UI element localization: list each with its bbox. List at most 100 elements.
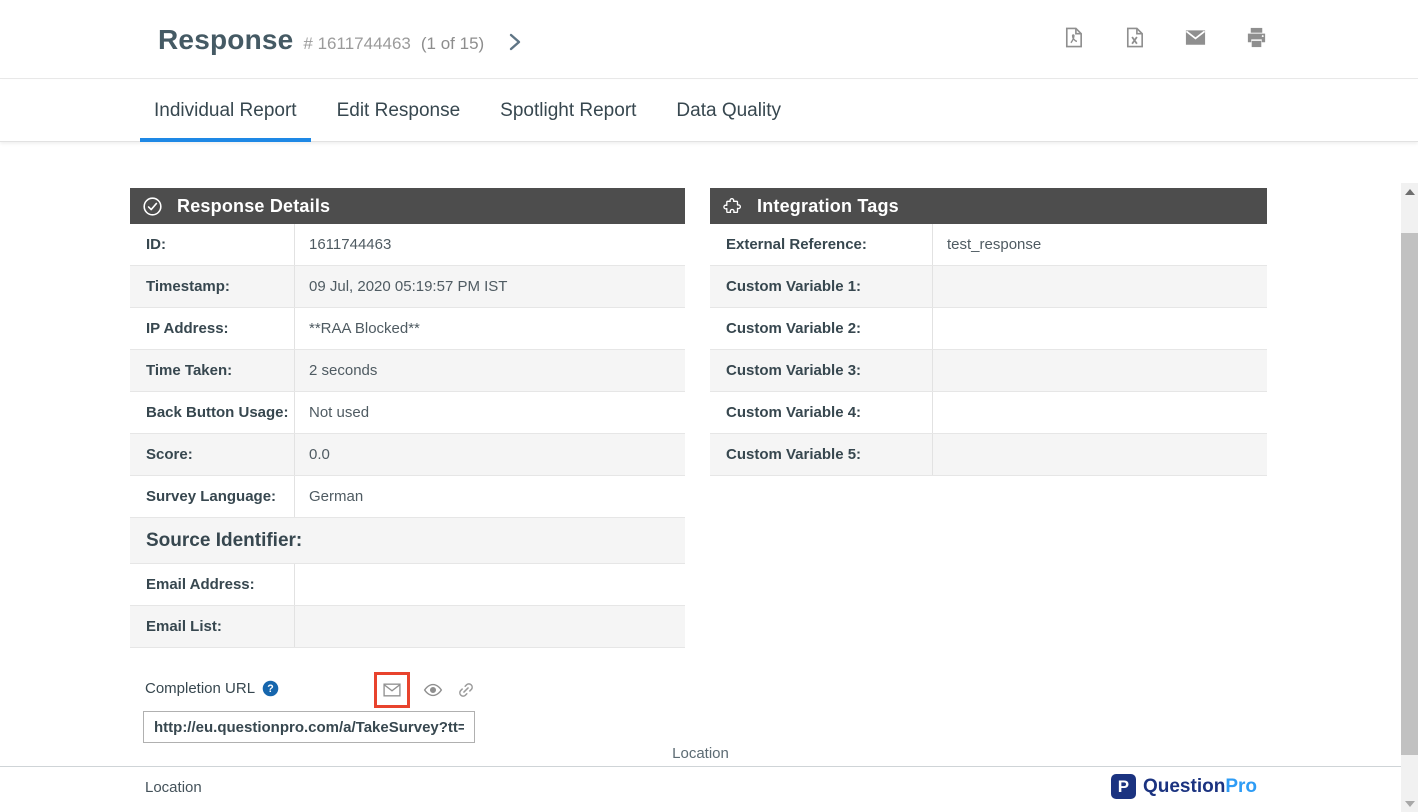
completion-url-label: Completion URL [145,680,255,697]
tab-label: Data Quality [676,100,781,122]
response-viewer-page: Response # 1611744463 (1 of 15) Individu… [0,0,1418,812]
copy-link-icon[interactable] [456,680,476,700]
panel-title: Response Details [177,196,330,217]
table-row: Custom Variable 1: [710,266,1267,308]
table-row: Email Address: [130,564,685,606]
scrollbar-thumb[interactable] [1401,233,1418,755]
table-row: Score:0.0 [130,434,685,476]
page-title: Response [158,24,293,56]
table-row: Custom Variable 3: [710,350,1267,392]
integration-tags-header: Integration Tags [710,188,1267,224]
panel-title: Integration Tags [757,196,899,217]
email-outline-icon [382,680,402,700]
tab-label: Spotlight Report [500,100,636,122]
table-row: Email List: [130,606,685,648]
row-label: Custom Variable 2: [710,308,933,349]
response-details-header: Response Details [130,188,685,224]
row-value [295,564,685,605]
row-label: Time Taken: [130,350,295,391]
page-header: Response # 1611744463 (1 of 15) [0,0,1418,79]
table-row: Custom Variable 2: [710,308,1267,350]
tab-spotlight-report[interactable]: Spotlight Report [486,80,650,141]
row-label: Survey Language: [130,476,295,517]
table-row: Back Button Usage:Not used [130,392,685,434]
row-value [933,350,1267,391]
section-label: Source Identifier: [130,518,685,563]
vertical-scrollbar[interactable] [1401,183,1418,812]
table-row: External Reference:test_response [710,224,1267,266]
header-title-group: Response # 1611744463 (1 of 15) [158,24,484,56]
location-section-title-centered: Location [0,745,1401,762]
table-row: IP Address:**RAA Blocked** [130,308,685,350]
email-icon[interactable] [1184,26,1207,49]
row-value [933,434,1267,475]
row-label: Custom Variable 3: [710,350,933,391]
completion-url-label-group: Completion URL ? [145,680,279,697]
row-value [295,606,685,647]
row-label: Custom Variable 5: [710,434,933,475]
report-tabbar: Individual Report Edit Response Spotligh… [0,80,1418,142]
export-excel-icon[interactable] [1123,26,1146,49]
row-value: German [295,476,685,517]
scrollbar-up-arrow[interactable] [1401,183,1418,200]
row-value [933,266,1267,307]
row-label: External Reference: [710,224,933,265]
row-value: 1611744463 [295,224,685,265]
location-heading: Location [145,779,202,796]
tab-label: Edit Response [337,100,461,122]
send-url-email-button[interactable] [374,672,410,708]
integration-tags-panel: Integration Tags External Reference:test… [710,188,1267,476]
table-row: Custom Variable 4: [710,392,1267,434]
completion-url-actions [374,672,476,708]
integration-tags-rows: External Reference:test_response Custom … [710,224,1267,476]
response-details-rows: ID:1611744463 Timestamp:09 Jul, 2020 05:… [130,224,685,648]
next-response-chevron-icon[interactable] [502,30,526,54]
response-details-panel: Response Details ID:1611744463 Timestamp… [130,188,685,648]
table-row: ID:1611744463 [130,224,685,266]
brand-text-pro: Pro [1225,776,1257,797]
tab-edit-response[interactable]: Edit Response [323,80,475,141]
scrollbar-down-arrow[interactable] [1401,795,1418,812]
response-id: # 1611744463 [303,34,410,54]
section-divider [0,766,1401,767]
row-label: Email List: [130,606,295,647]
table-row: Timestamp:09 Jul, 2020 05:19:57 PM IST [130,266,685,308]
completion-url-input[interactable] [143,711,475,743]
header-action-icons [1062,26,1268,49]
print-icon[interactable] [1245,26,1268,49]
row-label: Back Button Usage: [130,392,295,433]
row-label: Custom Variable 4: [710,392,933,433]
response-count: (1 of 15) [421,34,484,54]
row-label: ID: [130,224,295,265]
row-label: Timestamp: [130,266,295,307]
row-value [933,308,1267,349]
row-value: 2 seconds [295,350,685,391]
puzzle-icon [722,196,743,217]
row-label: IP Address: [130,308,295,349]
questionpro-logo: P QuestionPro [1111,774,1257,799]
row-value: 0.0 [295,434,685,475]
questionpro-logo-text: QuestionPro [1143,776,1257,798]
table-row: Time Taken:2 seconds [130,350,685,392]
brand-text-question: Question [1143,776,1225,797]
help-icon[interactable]: ? [262,680,279,697]
svg-text:?: ? [267,683,273,695]
table-section-row: Source Identifier: [130,518,685,564]
row-label: Score: [130,434,295,475]
row-value [933,392,1267,433]
row-value: 09 Jul, 2020 05:19:57 PM IST [295,266,685,307]
check-circle-icon [142,196,163,217]
table-row: Custom Variable 5: [710,434,1267,476]
tab-data-quality[interactable]: Data Quality [662,80,795,141]
row-value: Not used [295,392,685,433]
row-label: Custom Variable 1: [710,266,933,307]
questionpro-logo-icon: P [1111,774,1136,799]
preview-eye-icon[interactable] [423,680,443,700]
row-value: test_response [933,224,1267,265]
tab-individual-report[interactable]: Individual Report [140,80,311,141]
row-value: **RAA Blocked** [295,308,685,349]
table-row: Survey Language:German [130,476,685,518]
export-pdf-icon[interactable] [1062,26,1085,49]
tab-label: Individual Report [154,100,297,122]
row-label: Email Address: [130,564,295,605]
